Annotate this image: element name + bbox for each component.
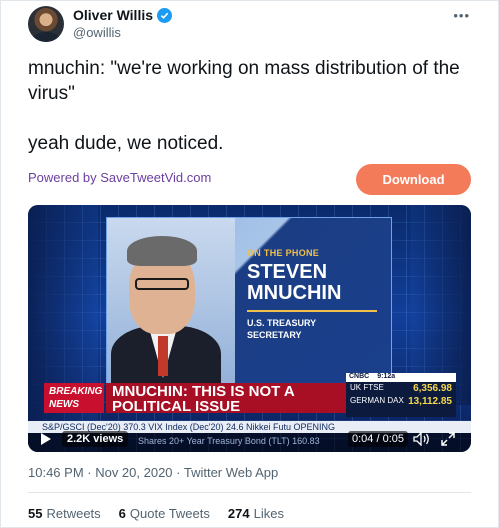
retweets-stat[interactable]: 55 Retweets: [28, 506, 101, 521]
news-label: NEWS: [49, 399, 79, 410]
clock: 9:12a: [377, 373, 396, 380]
network-logo: CNBC: [349, 373, 370, 380]
ticker-label: GERMAN DAX: [350, 396, 404, 405]
author-handle[interactable]: @owillis: [73, 25, 121, 40]
quotes-count: 6: [118, 506, 126, 521]
breaking-label: BREAKING: [49, 386, 103, 397]
video-frame-inset: ON THE PHONE STEVEN MNUCHIN U.S. TREASUR…: [106, 217, 392, 387]
likes-count: 274: [227, 506, 250, 521]
tweet-text: mnuchin: "we're working on mass distribu…: [28, 58, 460, 154]
download-button[interactable]: Download: [356, 164, 471, 195]
news-headline: MNUCHIN: THIS IS NOT A POLITICAL ISSUE: [106, 383, 346, 413]
tweet-card: Oliver Willis @owillis ••• mnuchin: "we'…: [0, 0, 499, 528]
on-the-phone-label: ON THE PHONE: [247, 248, 320, 258]
likes-stat[interactable]: 274 Likes: [228, 506, 284, 521]
quotes-label: Quote Tweets: [129, 506, 210, 521]
guest-role-line2: SECRETARY: [247, 330, 302, 340]
guest-role-line1: U.S. TREASURY: [247, 318, 317, 328]
guest-name-last: MNUCHIN: [247, 282, 342, 304]
powered-by-link[interactable]: Powered by SaveTweetVid.com: [28, 170, 211, 185]
ticker-crawl-lower-text: Shares 20+ Year Treasury Bond (TLT) 160.…: [138, 436, 320, 446]
retweets-label: Retweets: [46, 506, 101, 521]
author-name[interactable]: Oliver Willis: [73, 7, 153, 24]
market-ticker: CNBC 9:12a UK FTSE 6,356.98 GERMAN DAX 1…: [346, 373, 456, 417]
tweet-stats: 55 Retweets 6 Quote Tweets 274 Likes: [28, 506, 284, 521]
video-player[interactable]: ON THE PHONE STEVEN MNUCHIN U.S. TREASUR…: [28, 205, 471, 452]
volume-icon[interactable]: [413, 432, 431, 446]
breaking-news-badge: BREAKING NEWS: [44, 383, 104, 413]
ticker-value: 6,356.98: [413, 383, 452, 394]
guest-name-first: STEVEN: [247, 261, 328, 283]
view-count: 2.2K views: [62, 431, 129, 447]
more-icon[interactable]: •••: [453, 8, 470, 23]
play-icon[interactable]: [40, 432, 52, 446]
video-time: 0:04 / 0:05: [348, 431, 408, 447]
verified-icon: [157, 8, 173, 23]
quote-tweets-stat[interactable]: 6 Quote Tweets: [119, 506, 210, 521]
divider: [28, 492, 471, 493]
ticker-label: UK FTSE: [350, 383, 384, 392]
lower-third-name-card: ON THE PHONE STEVEN MNUCHIN U.S. TREASUR…: [247, 248, 381, 368]
avatar[interactable]: [28, 6, 64, 42]
tweet-timestamp[interactable]: 10:46 PM · Nov 20, 2020 · Twitter Web Ap…: [28, 465, 278, 480]
likes-label: Likes: [253, 506, 284, 521]
retweets-count: 55: [28, 506, 43, 521]
author-name-row[interactable]: Oliver Willis: [73, 7, 173, 24]
ticker-value: 13,112.85: [408, 396, 452, 407]
fullscreen-icon[interactable]: [440, 431, 456, 447]
